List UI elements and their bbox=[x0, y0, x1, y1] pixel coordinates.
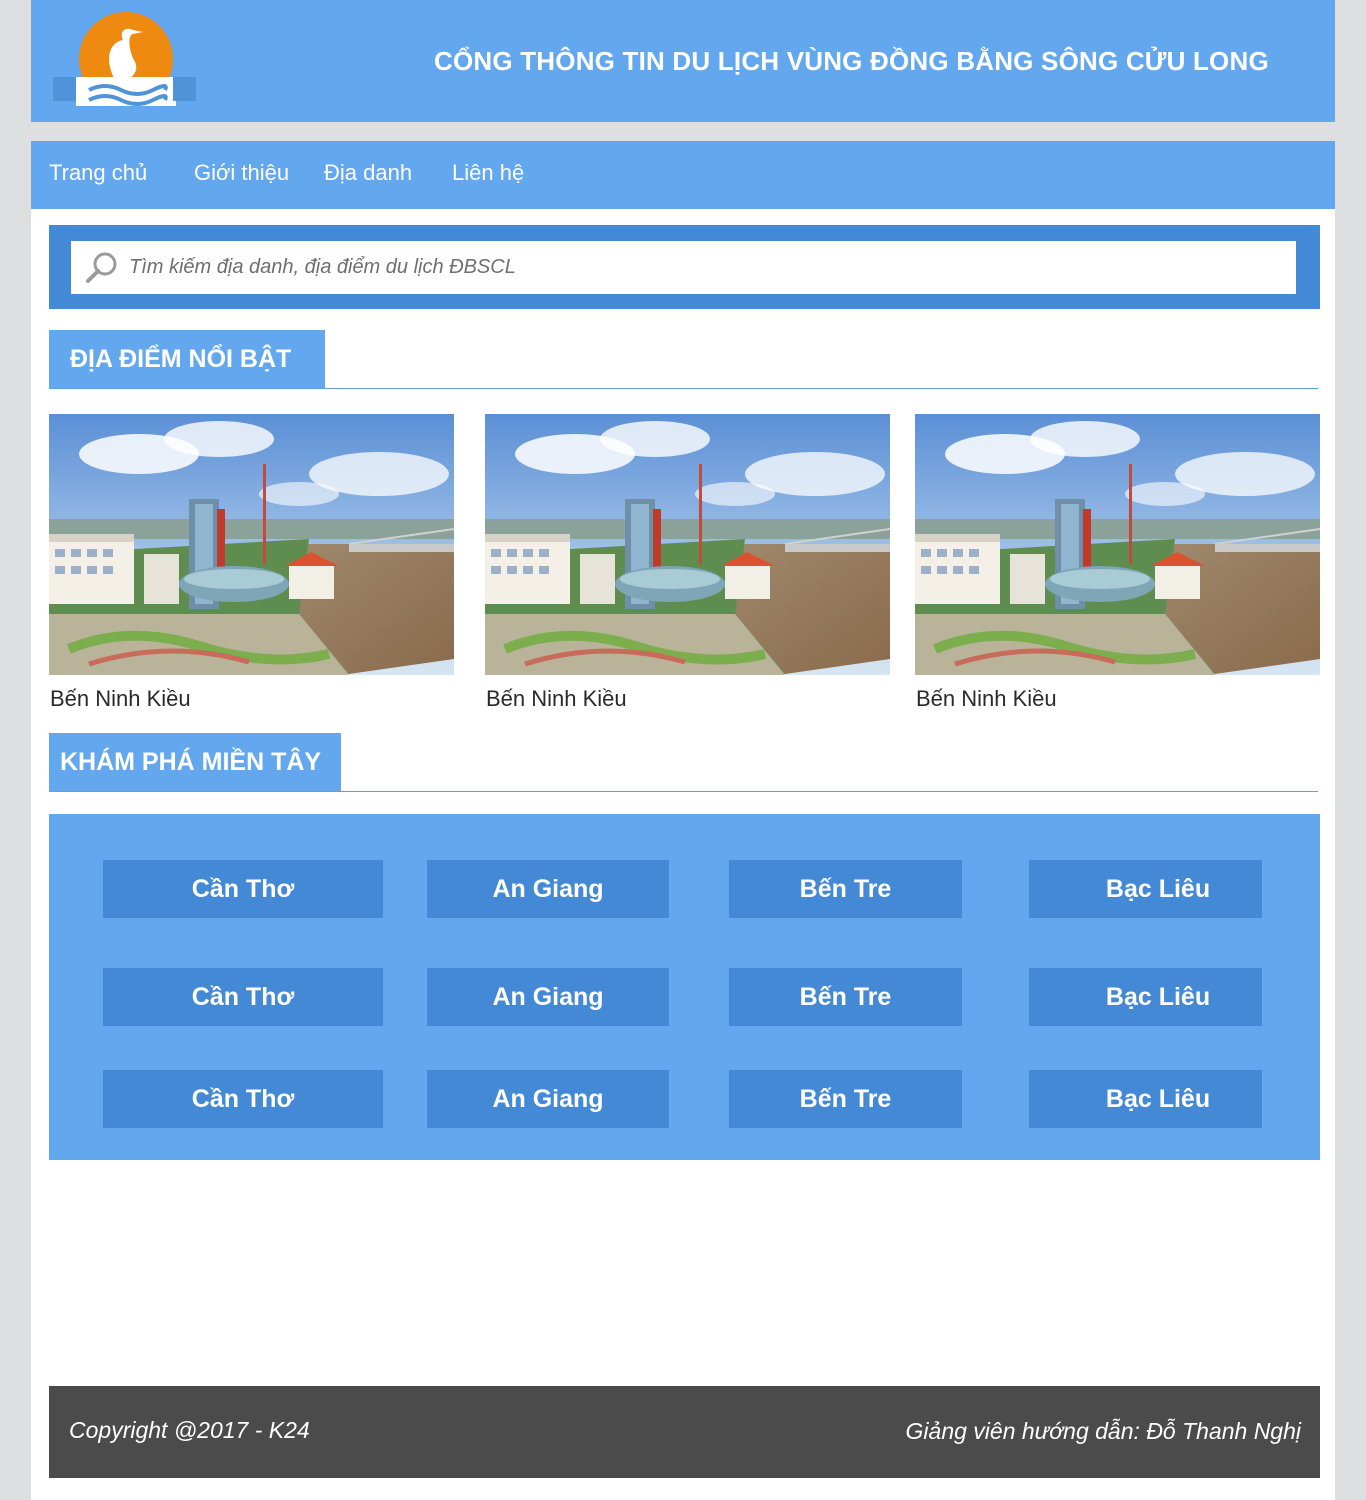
instructor-text: Giảng viên hướng dẫn: Đỗ Thanh Nghị bbox=[905, 1418, 1301, 1444]
nav-item-contact[interactable]: Liên hệ bbox=[452, 160, 524, 186]
province-button-ben-tre[interactable]: Bến Tre bbox=[729, 1070, 962, 1128]
header-gap bbox=[31, 122, 1335, 141]
page-container: CỔNG THÔNG TIN DU LỊCH VÙNG ĐỒNG BẰNG SÔ… bbox=[31, 0, 1335, 1500]
search-field[interactable] bbox=[71, 241, 1296, 294]
site-title: CỔNG THÔNG TIN DU LỊCH VÙNG ĐỒNG BẰNG SÔ… bbox=[434, 46, 1269, 76]
featured-card[interactable]: Bến Ninh Kiều bbox=[485, 414, 890, 711]
heron-logo-icon[interactable] bbox=[53, 12, 196, 106]
featured-card[interactable]: Bến Ninh Kiều bbox=[915, 414, 1320, 711]
province-button-bac-lieu[interactable]: Bạc Liêu bbox=[1029, 860, 1262, 918]
copyright-text: Copyright @2017 - K24 bbox=[69, 1417, 310, 1443]
province-button-bac-lieu[interactable]: Bạc Liêu bbox=[1029, 968, 1262, 1026]
featured-card[interactable]: Bến Ninh Kiều bbox=[49, 414, 454, 711]
province-button-bac-lieu[interactable]: Bạc Liêu bbox=[1029, 1070, 1262, 1128]
province-button-an-giang[interactable]: An Giang bbox=[427, 1070, 669, 1128]
nav-item-about[interactable]: Giới thiệu bbox=[194, 160, 289, 186]
province-button-can-tho[interactable]: Cần Thơ bbox=[103, 968, 383, 1026]
featured-card-title[interactable]: Bến Ninh Kiều bbox=[486, 686, 627, 712]
search-input[interactable] bbox=[129, 241, 1279, 294]
section-divider bbox=[49, 388, 1318, 389]
search-icon bbox=[86, 252, 117, 283]
nav-item-places[interactable]: Địa danh bbox=[324, 160, 412, 186]
province-button-ben-tre[interactable]: Bến Tre bbox=[729, 860, 962, 918]
province-button-can-tho[interactable]: Cần Thơ bbox=[103, 1070, 383, 1128]
nav-item-home[interactable]: Trang chủ bbox=[49, 160, 147, 186]
featured-card-title[interactable]: Bến Ninh Kiều bbox=[916, 686, 1057, 712]
city-riverside-image[interactable] bbox=[49, 414, 454, 675]
featured-card-title[interactable]: Bến Ninh Kiều bbox=[50, 686, 191, 712]
search-bar bbox=[49, 225, 1320, 309]
explore-heading: KHÁM PHÁ MIỀN TÂY bbox=[49, 733, 341, 792]
featured-heading: ĐỊA ĐIỂM NỔI BẬT bbox=[49, 330, 325, 389]
province-button-an-giang[interactable]: An Giang bbox=[427, 968, 669, 1026]
province-grid: Cần Thơ An Giang Bến Tre Bạc Liêu Cần Th… bbox=[49, 814, 1320, 1160]
site-footer: Copyright @2017 - K24 Giảng viên hướng d… bbox=[49, 1386, 1320, 1478]
section-divider bbox=[49, 791, 1318, 792]
province-button-an-giang[interactable]: An Giang bbox=[427, 860, 669, 918]
site-header: CỔNG THÔNG TIN DU LỊCH VÙNG ĐỒNG BẰNG SÔ… bbox=[31, 0, 1335, 122]
city-riverside-image[interactable] bbox=[485, 414, 890, 675]
city-riverside-image[interactable] bbox=[915, 414, 1320, 675]
province-button-ben-tre[interactable]: Bến Tre bbox=[729, 968, 962, 1026]
main-nav: Trang chủ Giới thiệu Địa danh Liên hệ bbox=[31, 141, 1335, 209]
province-button-can-tho[interactable]: Cần Thơ bbox=[103, 860, 383, 918]
